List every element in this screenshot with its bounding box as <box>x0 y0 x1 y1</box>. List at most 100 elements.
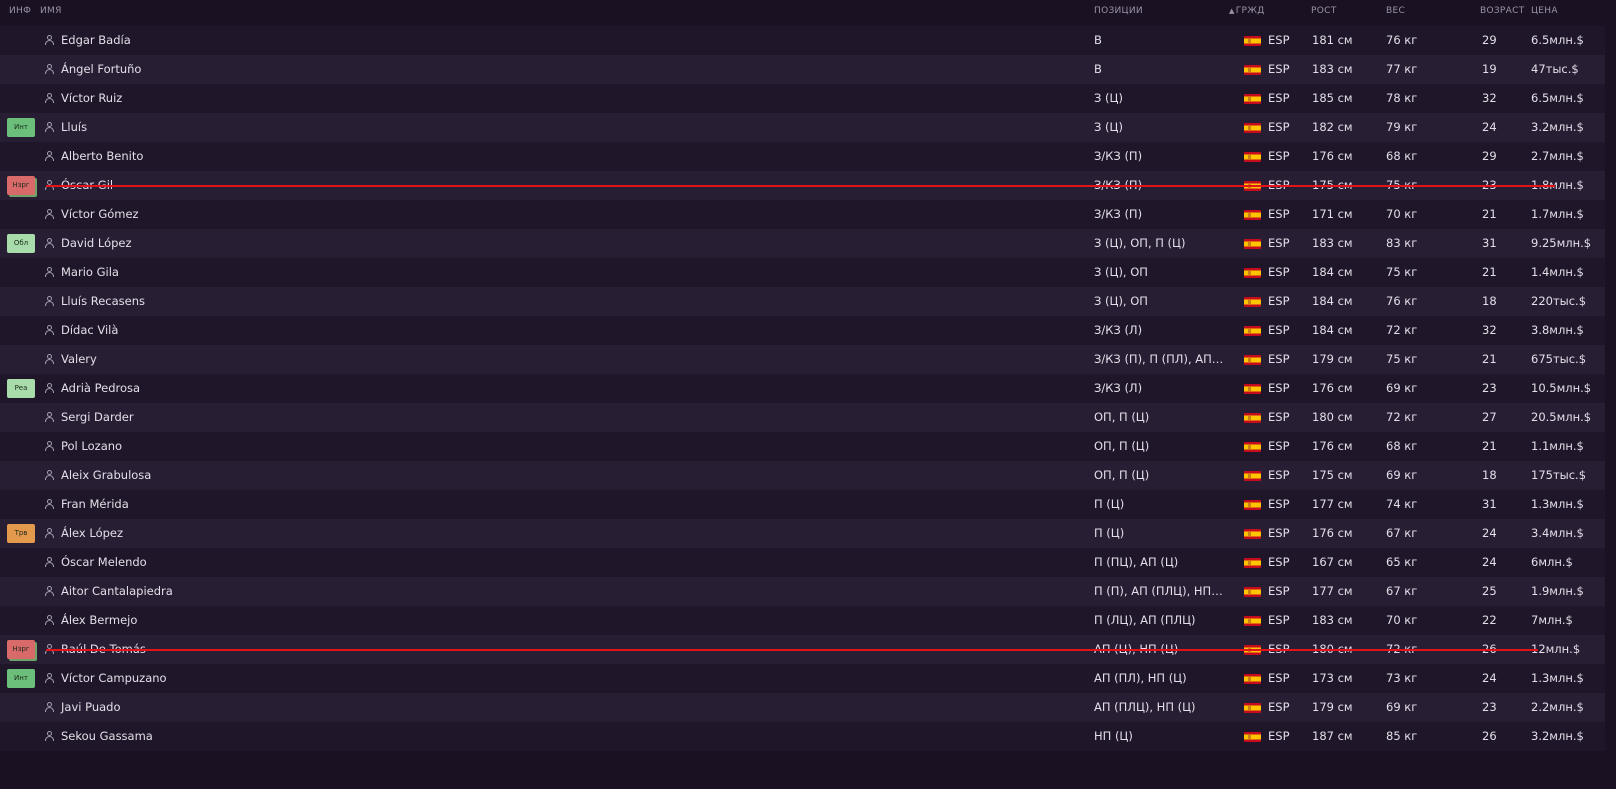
table-row[interactable]: Инт Lluís З (Ц) ESP 182 см 79 кг 24 3.2млн.$ <box>0 113 1605 142</box>
player-value: 1.3млн.$ <box>1531 497 1584 511</box>
player-name[interactable]: Álex Bermejo <box>61 606 137 635</box>
player-name[interactable]: Sekou Gassama <box>61 722 153 751</box>
column-header-info[interactable]: ИНФ <box>9 6 31 16</box>
player-value: 3.2млн.$ <box>1531 120 1584 134</box>
player-height: 171 см <box>1312 207 1353 221</box>
player-name[interactable]: Alberto Benito <box>61 142 143 171</box>
table-row[interactable]: Edgar Badía В ESP 181 см 76 кг 29 6.5млн.$ <box>0 26 1605 55</box>
player-name[interactable]: Edgar Badía <box>61 26 131 55</box>
column-header-weight[interactable]: ВЕС <box>1386 6 1405 16</box>
table-row[interactable]: НзргÓscar GilЗ/КЗ (П)ESP175 см75 кг231.8… <box>0 171 1605 200</box>
status-badge[interactable]: Нзрг <box>7 640 35 659</box>
player-height: 176 см <box>1312 149 1353 163</box>
person-icon <box>45 470 54 480</box>
table-row[interactable]: Dídac Vilà З/КЗ (Л) ESP 184 см 72 кг 32 3.8млн… <box>0 316 1605 345</box>
table-row[interactable]: Aleix Grabulosa ОП, П (Ц) ESP 175 см 69 кг 18… <box>0 461 1605 490</box>
person-icon <box>45 122 54 132</box>
player-value: 6.5млн.$ <box>1531 33 1584 47</box>
player-positions: З/КЗ (П) <box>1094 207 1143 221</box>
player-positions: В <box>1094 62 1102 76</box>
table-row[interactable]: Инт Víctor Campuzano АП (ПЛ), НП (Ц) ESP 173… <box>0 664 1605 693</box>
column-header-value[interactable]: ЦЕНА <box>1531 6 1558 16</box>
table-row[interactable]: Fran Mérida П (Ц) ESP 177 см 74 кг 31 1.3млн.$ <box>0 490 1605 519</box>
player-nationality: ESP <box>1268 149 1290 163</box>
table-row[interactable]: Sekou Gassama НП (Ц) ESP 187 см 85 кг 26 3.2мл… <box>0 722 1605 751</box>
player-age: 18 <box>1482 468 1497 482</box>
player-positions: ОП, П (Ц) <box>1094 410 1150 424</box>
player-name[interactable]: Pol Lozano <box>61 432 122 461</box>
status-badge[interactable]: Трв <box>7 524 35 543</box>
table-row[interactable]: НзргRaúl De TomásАП (Ц), НП (Ц)ESP180 см… <box>0 635 1605 664</box>
table-row[interactable]: Pol Lozano ОП, П (Ц) ESP 176 см 68 кг 21 1.1мл… <box>0 432 1605 461</box>
player-name[interactable]: Valery <box>61 345 97 374</box>
table-row[interactable]: Víctor Ruiz З (Ц) ESP 185 см 78 кг 32 6.5млн.$ <box>0 84 1605 113</box>
player-name[interactable]: Javi Puado <box>61 693 121 722</box>
player-name[interactable]: Ángel Fortuño <box>61 55 141 84</box>
table-row[interactable]: Sergi Darder ОП, П (Ц) ESP 180 см 72 кг 27 20.… <box>0 403 1605 432</box>
column-header-positions[interactable]: ПОЗИЦИИ <box>1094 6 1143 16</box>
player-weight: 68 кг <box>1386 439 1418 453</box>
player-age: 21 <box>1482 352 1497 366</box>
table-row[interactable]: Javi Puado АП (ПЛЦ), НП (Ц) ESP 179 см 69 кг… <box>0 693 1605 722</box>
table-row[interactable]: Ángel Fortuño В ESP 183 см 77 кг 19 47тыс.$ <box>0 55 1605 84</box>
player-name[interactable]: Lluís <box>61 113 87 142</box>
status-badge[interactable]: Инт <box>7 118 35 137</box>
player-name[interactable]: Aleix Grabulosa <box>61 461 151 490</box>
table-row[interactable]: Трв Álex López П (Ц) ESP 176 см 67 кг 24 3.4млн… <box>0 519 1605 548</box>
table-row[interactable]: Óscar Melendo П (ПЦ), АП (Ц) ESP 167 см 65 к… <box>0 548 1605 577</box>
player-name[interactable]: Víctor Campuzano <box>61 664 167 693</box>
player-name[interactable]: David López <box>61 229 132 258</box>
table-row[interactable]: Обл David López З (Ц), ОП, П (Ц) ESP 183 см 8… <box>0 229 1605 258</box>
table-row[interactable]: Valery З/КЗ (П), П (ПЛ), АП (П... ESP 179 с… <box>0 345 1605 374</box>
spain-flag-icon <box>1244 384 1261 394</box>
table-row[interactable]: Реа Adrià Pedrosa З/КЗ (Л) ESP 176 см 69 кг 23… <box>0 374 1605 403</box>
column-header-height[interactable]: РОСТ <box>1311 6 1337 16</box>
person-icon <box>45 325 54 335</box>
spain-flag-icon <box>1244 239 1261 249</box>
player-name[interactable]: Fran Mérida <box>61 490 129 519</box>
player-weight: 69 кг <box>1386 700 1418 714</box>
spain-flag-icon <box>1244 732 1261 742</box>
player-name[interactable]: Víctor Gómez <box>61 200 139 229</box>
player-name[interactable]: Álex López <box>61 519 123 548</box>
player-height: 179 см <box>1312 700 1353 714</box>
column-header-name[interactable]: ИМЯ <box>40 6 62 16</box>
player-name[interactable]: Adrià Pedrosa <box>61 374 140 403</box>
player-weight: 69 кг <box>1386 468 1418 482</box>
table-row[interactable]: Mario Gila З (Ц), ОП ESP 184 см 75 кг 21 1.4мл… <box>0 258 1605 287</box>
player-positions: НП (Ц) <box>1094 729 1133 743</box>
player-weight: 74 кг <box>1386 497 1418 511</box>
player-height: 183 см <box>1312 62 1353 76</box>
player-name[interactable]: Mario Gila <box>61 258 119 287</box>
player-name[interactable]: Aitor Cantalapiedra <box>61 577 173 606</box>
player-name[interactable]: Víctor Ruiz <box>61 84 122 113</box>
player-age: 31 <box>1482 497 1497 511</box>
player-name[interactable]: Dídac Vilà <box>61 316 118 345</box>
column-header-nationality[interactable]: ▲ГРЖД <box>1229 6 1265 16</box>
table-row[interactable]: Álex Bermejo П (ЛЦ), АП (ПЛЦ) ESP 183 см 70 … <box>0 606 1605 635</box>
player-positions: П (Ц) <box>1094 526 1125 540</box>
player-height: 176 см <box>1312 439 1353 453</box>
status-badge[interactable]: Обл <box>7 234 35 253</box>
player-name[interactable]: Óscar Melendo <box>61 548 147 577</box>
player-nationality: ESP <box>1268 700 1290 714</box>
table-row[interactable]: Víctor Gómez З/КЗ (П) ESP 171 см 70 кг 21 1.7м… <box>0 200 1605 229</box>
status-badge[interactable]: Инт <box>7 669 35 688</box>
player-nationality: ESP <box>1268 584 1290 598</box>
player-name[interactable]: Lluís Recasens <box>61 287 145 316</box>
person-icon <box>45 383 54 393</box>
spain-flag-icon <box>1244 65 1261 75</box>
status-badge[interactable]: Нзрг <box>7 176 35 195</box>
table-row[interactable]: Alberto Benito З/КЗ (П) ESP 176 см 68 кг 29 2.… <box>0 142 1605 171</box>
player-value: 175тыс.$ <box>1531 468 1587 482</box>
status-badge[interactable]: Реа <box>7 379 35 398</box>
table-row[interactable]: Aitor Cantalapiedra П (П), АП (ПЛЦ), НП (… <box>0 577 1605 606</box>
table-row[interactable]: Lluís Recasens З (Ц), ОП ESP 184 см 76 кг 18 2… <box>0 287 1605 316</box>
player-name[interactable]: Sergi Darder <box>61 403 134 432</box>
player-weight: 73 кг <box>1386 671 1418 685</box>
player-age: 32 <box>1482 323 1497 337</box>
player-value: 6млн.$ <box>1531 555 1573 569</box>
column-header-age[interactable]: ВОЗРАСТ <box>1480 6 1525 16</box>
player-positions: ОП, П (Ц) <box>1094 468 1150 482</box>
player-height: 177 см <box>1312 497 1353 511</box>
